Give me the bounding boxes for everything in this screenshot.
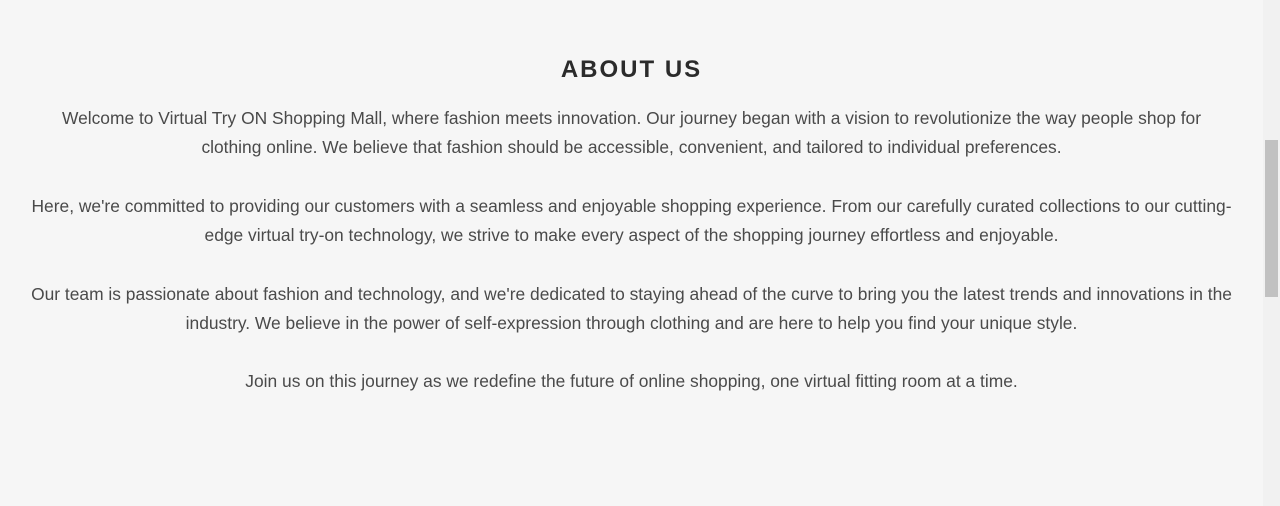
scrollbar-thumb[interactable] — [1265, 140, 1278, 297]
about-paragraph-1: Welcome to Virtual Try ON Shopping Mall,… — [61, 108, 1202, 157]
about-paragraph-4: Join us on this journey as we redefine t… — [245, 371, 1018, 391]
about-paragraph-2: Here, we're committed to providing our c… — [31, 196, 1232, 245]
vertical-scrollbar[interactable] — [1263, 0, 1280, 506]
page: ABOUT US Welcome to Virtual Try ON Shopp… — [0, 0, 1280, 506]
about-section: ABOUT US Welcome to Virtual Try ON Shopp… — [0, 0, 1263, 506]
about-paragraph-3: Our team is passionate about fashion and… — [31, 284, 1232, 333]
section-title: ABOUT US — [560, 56, 703, 83]
